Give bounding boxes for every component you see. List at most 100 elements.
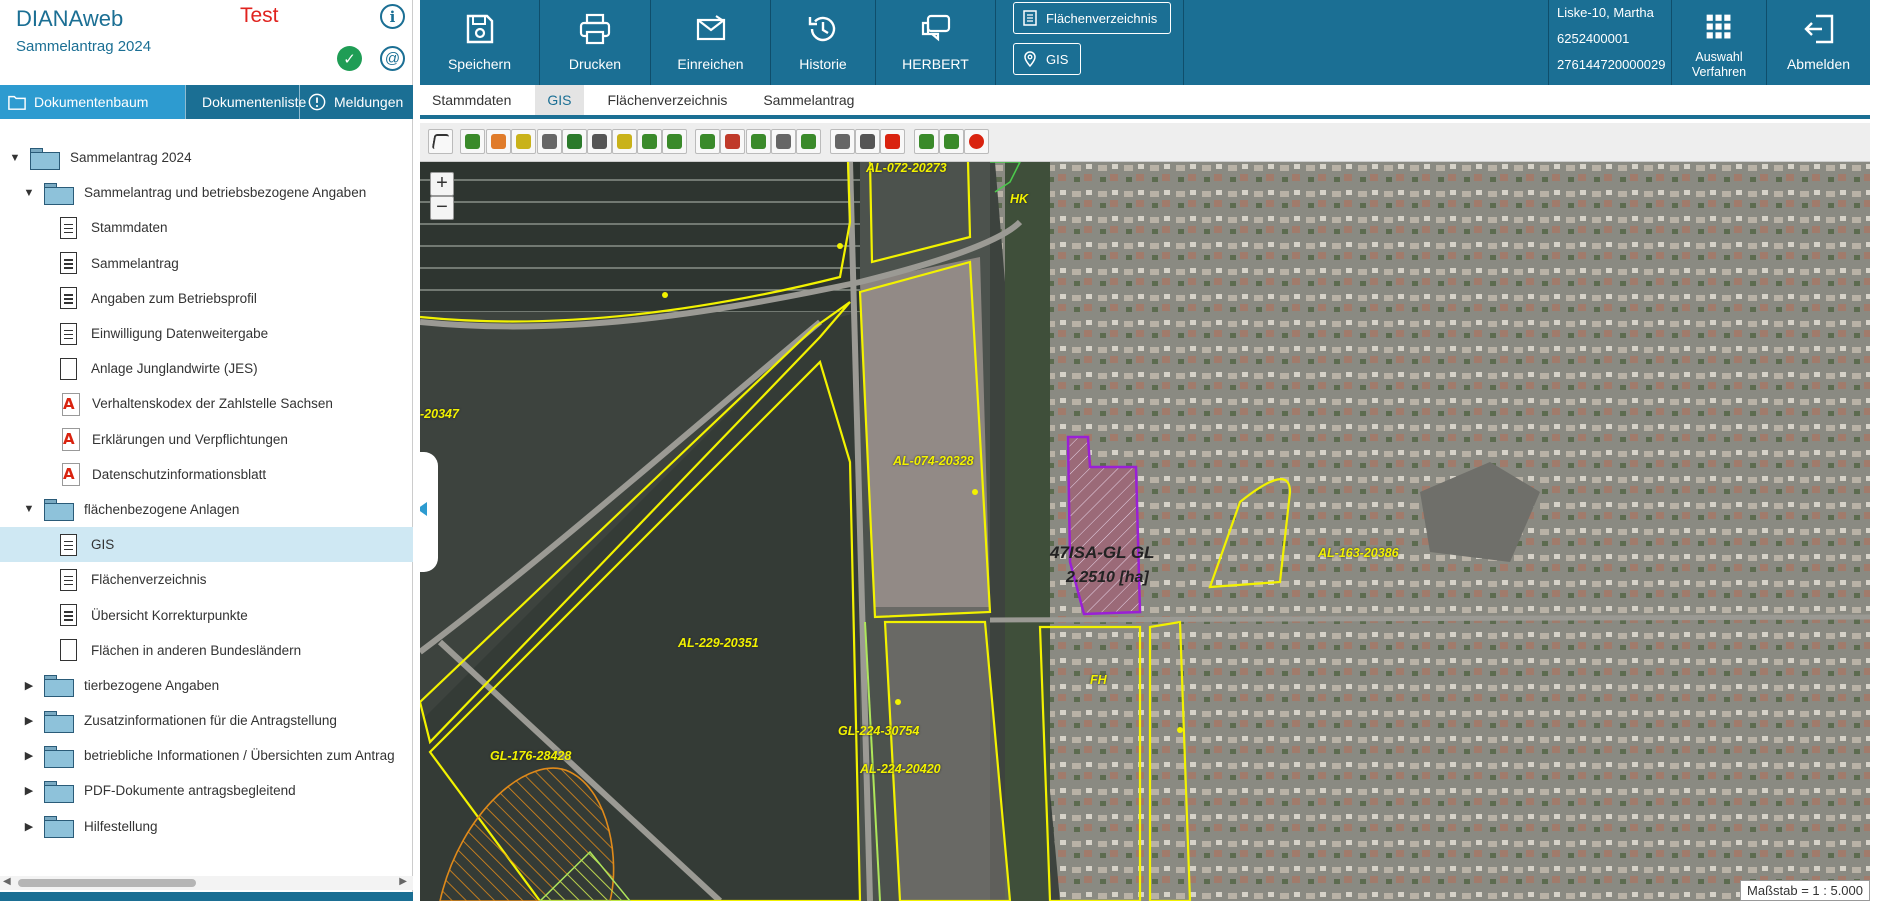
tree-item[interactable]: Flächenverzeichnis [0,562,413,597]
tree-item[interactable]: Verhaltenskodex der Zahlstelle Sachsen [0,386,413,421]
layer-remove-icon-glyph [725,134,740,149]
tree-item[interactable]: Erklärungen und Verpflichtungen [0,422,413,457]
move-icon[interactable] [662,129,687,154]
caret-right-icon[interactable]: ▶ [22,820,36,833]
tab-stammdaten[interactable]: Stammdaten [420,85,523,115]
toolbar-divider [1183,0,1184,85]
measure-icon[interactable] [612,129,637,154]
tree-item-label: Hilfestellung [84,818,158,834]
edit-vertex-icon-glyph [516,134,531,149]
tab-gis[interactable]: GIS [535,85,584,115]
sub-tabs: Stammdaten GIS Flächenverzeichnis Sammelant… [420,85,1870,119]
tree-item[interactable]: ▶ tierbezogene Angaben [0,668,413,703]
edit-vertex-icon[interactable] [511,129,536,154]
delete-icon[interactable] [587,129,612,154]
split-icon[interactable] [637,129,662,154]
caret-down-icon[interactable]: ▼ [22,187,36,199]
tree-item[interactable]: Flächen in anderen Bundesländern [0,633,413,668]
tree-item[interactable]: ▶ PDF-Dokumente antragsbegleitend [0,773,413,808]
flaechenverzeichnis-pill[interactable]: Flächenverzeichnis [1013,2,1171,34]
tree-item[interactable]: Angaben zum Betriebsprofil [0,281,413,316]
submit-button[interactable]: Einreichen [651,0,771,85]
map-view[interactable]: + − AL-072-20273 -20347 AL-074-20328 AL-… [420,162,1870,901]
tree-item[interactable]: ▼ Sammelantrag 2024 [0,140,413,175]
app-name: DIANAweb [16,6,124,31]
locate-icon-glyph [835,134,850,149]
layer-add-icon[interactable] [695,129,720,154]
redo-icon-glyph [944,134,959,149]
caret-right-icon[interactable]: ▶ [22,784,36,797]
pdf-icon [60,463,80,487]
collapse-panel-handle[interactable] [420,452,438,572]
main-toolbar: Speichern Drucken Einreichen Historie HE… [420,0,1870,85]
tree-item[interactable]: ▼ flächenbezogene Anlagen [0,492,413,527]
mail-icon[interactable]: @ [380,46,405,71]
layer-remove-icon[interactable] [720,129,745,154]
print-button[interactable]: Drucken [540,0,651,85]
tree-item[interactable]: GIS [0,527,413,563]
tab-dokumentenliste[interactable]: Dokumentenliste [186,85,306,119]
edit-pencil-icon[interactable] [486,129,511,154]
horizontal-scrollbar[interactable]: ◀ ▶ [0,876,413,890]
save-icon [466,14,493,44]
scroll-right-icon[interactable]: ▶ [399,876,407,887]
scroll-left-icon[interactable]: ◀ [3,876,11,887]
logout-button[interactable]: Abmelden [1767,0,1870,85]
locate-icon[interactable] [830,129,855,154]
save-button[interactable]: Speichern [420,0,540,85]
tree-item[interactable]: Stammdaten [0,210,413,245]
tab-dokumentenbaum[interactable]: Dokumentenbaum [0,85,186,119]
document-icon [60,639,77,662]
tree-item[interactable]: Einwilligung Datenweitergabe [0,316,413,351]
gis-pill[interactable]: GIS [1013,43,1081,75]
chevron-left-icon [420,502,427,516]
select-procedure-button[interactable]: Auswahl Verfahren [1672,0,1767,85]
tree-item[interactable]: Anlage Junglandwirte (JES) [0,351,413,386]
caret-down-icon[interactable]: ▼ [8,152,22,164]
caret-right-icon[interactable]: ▶ [22,679,36,692]
info-icon[interactable]: i [380,4,405,29]
field-label: FH [1090,673,1107,687]
scrollbar-thumb[interactable] [18,879,196,887]
user-id2: 276144720000029 [1557,57,1666,72]
tab-sammelantrag[interactable]: Sammelantrag [751,85,866,115]
tree-item[interactable]: ▼ Sammelantrag und betriebsbezogene Angab… [0,175,413,210]
tree-item-label: Zusatzinformationen für die Antragstellu… [84,713,337,729]
tree-item[interactable]: ▶ betriebliche Informationen / Übersichte… [0,738,413,773]
caret-down-icon[interactable]: ▼ [22,503,36,515]
tab-fl-chenverzeichnis[interactable]: Flächenverzeichnis [596,85,740,115]
ruler-icon[interactable] [771,129,796,154]
tree-item[interactable]: Übersicht Korrekturpunkte [0,597,413,632]
tree-item-label: PDF-Dokumente antragsbegleitend [84,783,296,799]
area-icon[interactable] [796,129,821,154]
legend-icon[interactable] [855,129,880,154]
draw-polygon-icon[interactable] [460,129,485,154]
undo-icon-glyph [919,134,934,149]
logout-label: Abmelden [1786,56,1851,72]
tree-item[interactable]: ▶ Zusatzinformationen für die Antragstell… [0,703,413,738]
undo-icon[interactable] [914,129,939,154]
tab-meldungen[interactable]: Meldungen [300,85,413,119]
zoom-out-button[interactable]: − [430,196,454,220]
herbert-button[interactable]: HERBERT [876,0,996,85]
tree-item[interactable]: Sammelantrag [0,246,413,281]
folder-icon [44,780,74,803]
field-label: AL-163-20386 [1318,546,1399,560]
history-button[interactable]: Historie [771,0,876,85]
snap-magnet-icon[interactable] [880,129,905,154]
status-ok-icon[interactable]: ✓ [337,46,362,71]
zoom-in-button[interactable]: + [430,172,454,196]
redo-icon[interactable] [939,129,964,154]
cancel-icon[interactable] [964,129,989,154]
tree-item[interactable]: Datenschutzinformationsblatt [0,457,413,492]
select-tool-icon[interactable] [428,129,453,154]
layer-stack-icon[interactable] [746,129,771,154]
chat-icon [921,14,950,42]
location-pin-icon [1024,51,1036,67]
merge-icon[interactable] [562,129,587,154]
cut-icon[interactable] [537,129,562,154]
snap-magnet-icon-glyph [885,134,900,149]
caret-right-icon[interactable]: ▶ [22,714,36,727]
tree-item[interactable]: ▶ Hilfestellung [0,809,413,844]
caret-right-icon[interactable]: ▶ [22,749,36,762]
